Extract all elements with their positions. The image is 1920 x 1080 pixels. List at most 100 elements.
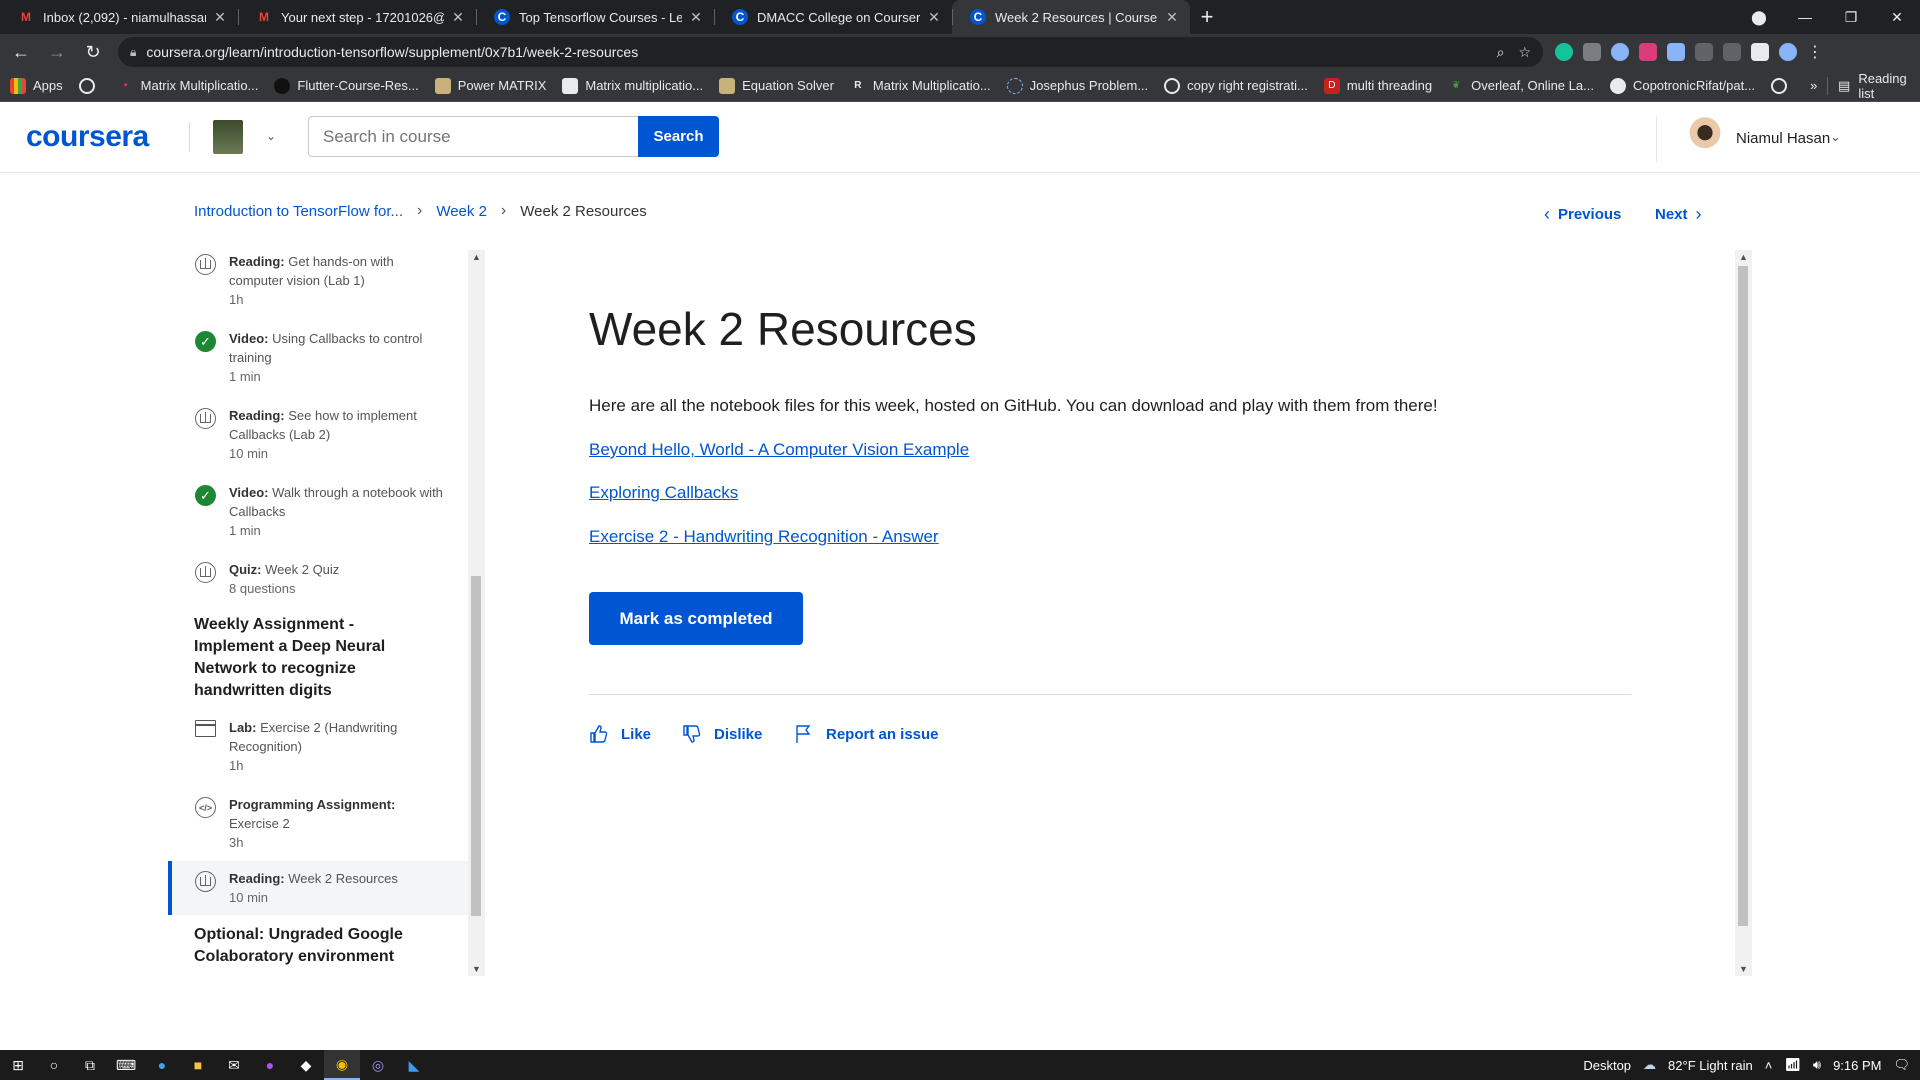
- previous-button[interactable]: ‹ Previous: [1536, 204, 1621, 225]
- vscode-icon[interactable]: ◣: [396, 1050, 432, 1080]
- chevron-up-icon[interactable]: ˄: [1765, 1058, 1773, 1073]
- bookmark-star-icon[interactable]: ☆: [1518, 44, 1531, 61]
- volume-icon[interactable]: 🔊︎: [1813, 1057, 1821, 1073]
- bookmark-item[interactable]: copy right registrati...: [1164, 77, 1308, 94]
- bookmark-apps[interactable]: Apps: [10, 77, 63, 94]
- report-issue-button[interactable]: Report an issue: [794, 724, 939, 744]
- content-scrollbar[interactable]: ▲ ▼: [1735, 250, 1752, 976]
- scrollbar-thumb[interactable]: [471, 576, 481, 916]
- sidebar-item[interactable]: </> Programming Assignment: Exercise 2 3…: [168, 793, 468, 857]
- bookmark-item[interactable]: Power MATRIX: [434, 77, 546, 94]
- mark-as-completed-button[interactable]: Mark as completed: [589, 592, 803, 645]
- bookmark-item[interactable]: ▪ Matrix Multiplicatio...: [118, 78, 259, 94]
- bookmark-item[interactable]: Josephus Problem...: [1006, 77, 1148, 94]
- bookmark-item[interactable]: [1771, 77, 1794, 94]
- scroll-up-icon[interactable]: ▲: [1739, 252, 1748, 262]
- browser-tab-active[interactable]: C Week 2 Resources | Coursera ✕: [952, 0, 1190, 34]
- sidebar-item[interactable]: Reading: See how to implement Callbacks …: [168, 404, 468, 468]
- like-button[interactable]: Like: [589, 724, 651, 744]
- extension-icon[interactable]: [1639, 43, 1657, 61]
- close-window-button[interactable]: ✕: [1874, 0, 1920, 34]
- sidebar-item[interactable]: Reading: Get hands-on with computer visi…: [168, 250, 468, 314]
- new-tab-button[interactable]: +: [1190, 0, 1224, 34]
- extension-icon[interactable]: [1611, 43, 1629, 61]
- sidebar-item[interactable]: ✓ Video: Using Callbacks to control trai…: [168, 327, 468, 391]
- close-icon[interactable]: ✕: [450, 9, 466, 26]
- breadcrumb-week-link[interactable]: Week 2: [436, 203, 487, 220]
- bookmark-item[interactable]: ❦ Overleaf, Online La...: [1448, 78, 1594, 94]
- forward-icon[interactable]: →: [42, 37, 72, 67]
- bookmark-item[interactable]: Dmulti threading: [1323, 77, 1432, 94]
- search-input[interactable]: [308, 116, 638, 157]
- close-icon[interactable]: ✕: [212, 9, 228, 26]
- browser-tab[interactable]: M Inbox (2,092) - niamulhassan64@ ✕: [0, 0, 238, 34]
- app-icon[interactable]: ◆: [288, 1050, 324, 1080]
- bookmark-item[interactable]: CopotronicRifat/pat...: [1609, 77, 1755, 94]
- chevron-down-icon[interactable]: ⌄: [1830, 129, 1841, 145]
- keyboard-icon[interactable]: ⌨: [108, 1050, 144, 1080]
- restore-button[interactable]: ❐: [1828, 0, 1874, 34]
- search-button[interactable]: Search: [638, 116, 719, 157]
- next-button[interactable]: Next ›: [1655, 204, 1710, 225]
- network-icon[interactable]: 📶︎: [1784, 1057, 1801, 1073]
- address-bar[interactable]: 🔒︎ coursera.org/learn/introduction-tenso…: [118, 37, 1543, 67]
- resource-link[interactable]: Beyond Hello, World - A Computer Vision …: [589, 440, 969, 460]
- edge-icon[interactable]: ●: [144, 1050, 180, 1080]
- close-icon[interactable]: ✕: [926, 9, 942, 26]
- sidebar-item[interactable]: ✓ Video: Walk through a notebook with Ca…: [168, 481, 468, 545]
- avatar[interactable]: [1685, 116, 1725, 160]
- coursera-logo[interactable]: coursera: [26, 120, 149, 154]
- close-icon[interactable]: ✕: [688, 9, 704, 26]
- reload-icon[interactable]: ↻: [78, 37, 108, 67]
- file-explorer-icon[interactable]: ■: [180, 1050, 216, 1080]
- close-icon[interactable]: ✕: [1164, 9, 1180, 26]
- profile-menu-icon[interactable]: ⬤: [1736, 0, 1782, 34]
- extension-icon[interactable]: [1695, 43, 1713, 61]
- resource-link[interactable]: Exercise 2 - Handwriting Recognition - A…: [589, 527, 939, 547]
- scroll-down-icon[interactable]: ▼: [472, 964, 481, 974]
- task-view-icon[interactable]: ⧉: [72, 1050, 108, 1080]
- search-icon[interactable]: ○: [36, 1050, 72, 1080]
- camera-extension-icon[interactable]: [1583, 43, 1601, 61]
- chrome-icon[interactable]: ◉: [324, 1050, 360, 1080]
- sidebar-scrollbar[interactable]: ▲ ▼: [468, 250, 485, 976]
- scroll-down-icon[interactable]: ▼: [1739, 964, 1748, 974]
- bookmark-item[interactable]: Equation Solver: [719, 77, 834, 94]
- puzzle-icon[interactable]: [1751, 43, 1769, 61]
- scrollbar-thumb[interactable]: [1738, 266, 1748, 926]
- pen-extension-icon[interactable]: [1723, 43, 1741, 61]
- browser-tab[interactable]: C Top Tensorflow Courses - Learn T ✕: [476, 0, 714, 34]
- clock[interactable]: 9:16 PM: [1833, 1058, 1881, 1073]
- user-name[interactable]: Niamul Hasan: [1736, 130, 1830, 147]
- app-icon[interactable]: ◎: [360, 1050, 396, 1080]
- scroll-up-icon[interactable]: ▲: [472, 252, 481, 262]
- bookmark-item[interactable]: Matrix multiplicatio...: [562, 77, 703, 94]
- dislike-button[interactable]: Dislike: [682, 724, 762, 744]
- bookmark-item[interactable]: Flutter-Course-Res...: [274, 77, 419, 94]
- more-bookmarks-chevron[interactable]: »: [1810, 78, 1817, 93]
- desktop-label[interactable]: Desktop: [1583, 1058, 1631, 1073]
- profile-avatar-icon[interactable]: [1779, 43, 1797, 61]
- minimize-button[interactable]: —: [1782, 0, 1828, 34]
- zoom-icon[interactable]: ⌕: [1497, 44, 1505, 61]
- course-thumbnail[interactable]: [213, 120, 243, 154]
- bookmark-item[interactable]: [78, 77, 102, 94]
- browser-tab[interactable]: C DMACC College on Coursera | Co ✕: [714, 0, 952, 34]
- bookmark-item[interactable]: R Matrix Multiplicatio...: [850, 78, 990, 94]
- browser-tab[interactable]: M Your next step - 17201026@uap- ✕: [238, 0, 476, 34]
- breadcrumb-course-link[interactable]: Introduction to TensorFlow for...: [194, 203, 403, 220]
- reading-list-button[interactable]: Reading list: [1858, 71, 1907, 101]
- resource-link[interactable]: Exploring Callbacks: [589, 483, 738, 503]
- windows-start-icon[interactable]: ⊞: [0, 1050, 36, 1080]
- notifications-icon[interactable]: 🗨︎: [1893, 1057, 1910, 1073]
- sidebar-item[interactable]: Lab: Exercise 2 (Handwriting Recognition…: [168, 716, 468, 780]
- weather-text[interactable]: 82°F Light rain: [1668, 1058, 1753, 1073]
- sidebar-item[interactable]: Quiz: Week 2 Quiz 8 questions: [168, 558, 468, 606]
- sidebar-item-active[interactable]: Reading: Week 2 Resources 10 min: [168, 861, 468, 915]
- mail-icon[interactable]: ✉: [216, 1050, 252, 1080]
- messenger-icon[interactable]: ●: [252, 1050, 288, 1080]
- back-icon[interactable]: ←: [6, 37, 36, 67]
- download-extension-icon[interactable]: [1667, 43, 1685, 61]
- grammarly-icon[interactable]: [1555, 43, 1573, 61]
- chevron-down-icon[interactable]: ⌄: [261, 126, 281, 146]
